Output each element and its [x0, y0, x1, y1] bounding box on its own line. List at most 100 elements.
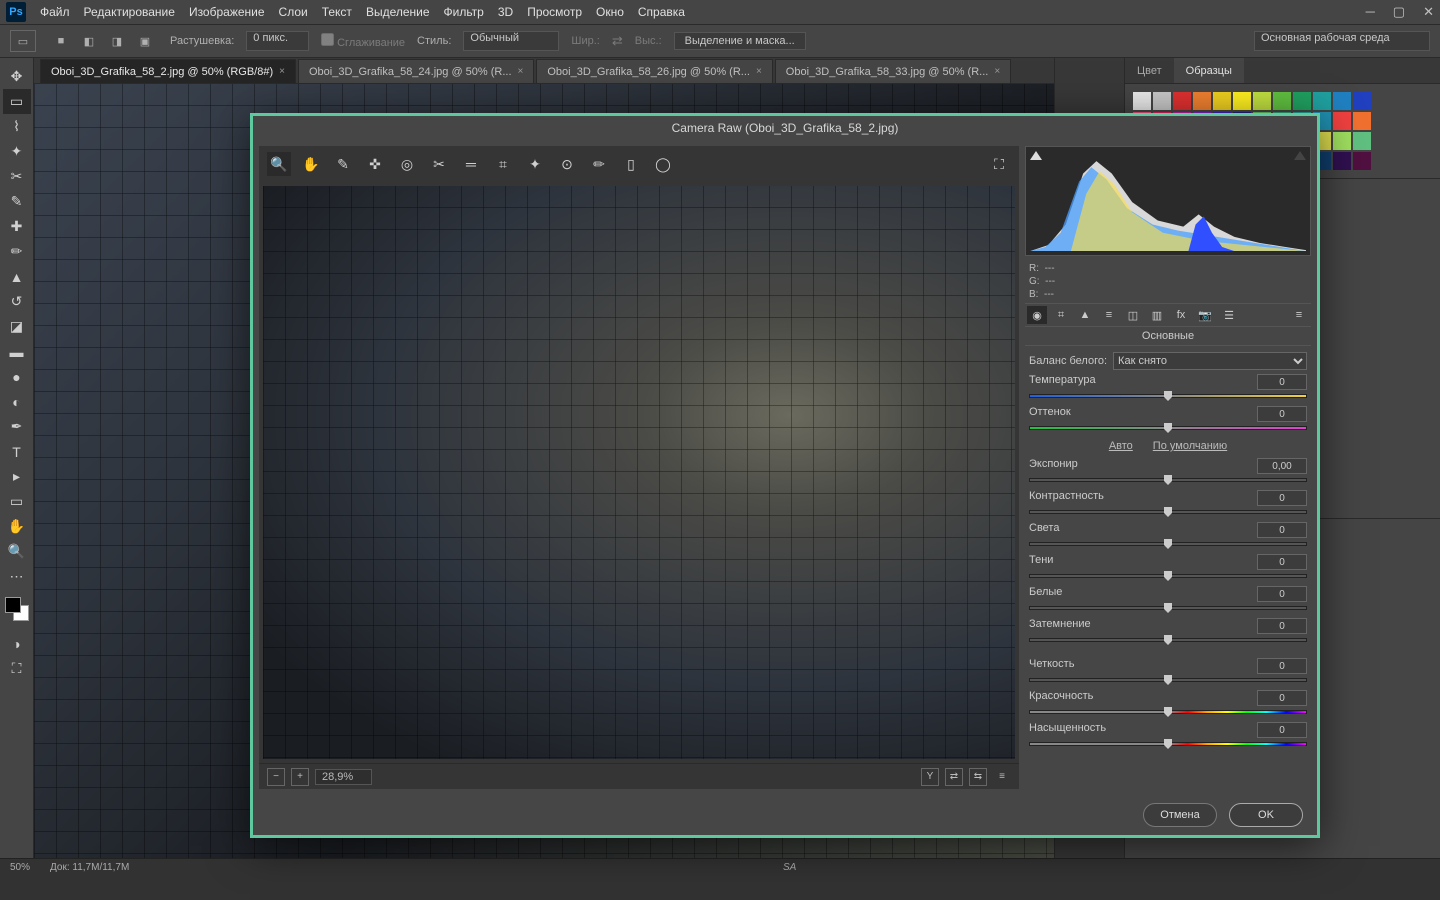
- whites-input[interactable]: [1257, 586, 1307, 602]
- target-adjust-icon[interactable]: ◎: [395, 152, 419, 176]
- sel-add-icon[interactable]: ◧: [76, 30, 102, 52]
- sel-intersect-icon[interactable]: ▣: [132, 30, 158, 52]
- swatch[interactable]: [1353, 92, 1371, 110]
- hsl-tab-icon[interactable]: ≡: [1099, 306, 1119, 324]
- whites-slider[interactable]: [1029, 606, 1307, 610]
- temperature-input[interactable]: [1257, 374, 1307, 390]
- transform-icon[interactable]: ⌗: [491, 152, 515, 176]
- history-brush-tool-icon[interactable]: ↺: [3, 289, 31, 314]
- tool-preset-icon[interactable]: ▭: [10, 30, 36, 52]
- eraser-tool-icon[interactable]: ◪: [3, 314, 31, 339]
- saturation-slider[interactable]: [1029, 742, 1307, 746]
- highlights-input[interactable]: [1257, 522, 1307, 538]
- tint-slider[interactable]: [1029, 426, 1307, 430]
- zoom-level-select[interactable]: 28,9%: [315, 769, 372, 785]
- swatch[interactable]: [1193, 92, 1211, 110]
- lens-tab-icon[interactable]: ▥: [1147, 306, 1167, 324]
- swatch[interactable]: [1333, 92, 1351, 110]
- close-icon[interactable]: ×: [279, 66, 285, 77]
- lasso-tool-icon[interactable]: ⌇: [3, 114, 31, 139]
- menu-type[interactable]: Текст: [322, 5, 352, 19]
- swatch[interactable]: [1273, 92, 1291, 110]
- blacks-input[interactable]: [1257, 618, 1307, 634]
- curve-tab-icon[interactable]: ⌗: [1051, 306, 1071, 324]
- clarity-input[interactable]: [1257, 658, 1307, 674]
- workspace-select[interactable]: Основная рабочая среда: [1254, 31, 1430, 51]
- color-fg-bg[interactable]: [5, 597, 29, 621]
- close-icon[interactable]: ×: [518, 66, 524, 77]
- swatch[interactable]: [1333, 112, 1351, 130]
- type-tool-icon[interactable]: T: [3, 439, 31, 464]
- shadows-input[interactable]: [1257, 554, 1307, 570]
- close-icon[interactable]: ×: [994, 66, 1000, 77]
- screenmode-icon[interactable]: ⛶: [3, 656, 31, 681]
- hand-tool-icon[interactable]: ✋: [3, 514, 31, 539]
- vibrance-input[interactable]: [1257, 690, 1307, 706]
- hand-icon[interactable]: ✋: [299, 152, 323, 176]
- sel-sub-icon[interactable]: ◨: [104, 30, 130, 52]
- radial-filter-icon[interactable]: ◯: [651, 152, 675, 176]
- ok-button[interactable]: OK: [1229, 803, 1303, 827]
- menu-filter[interactable]: Фильтр: [444, 5, 484, 19]
- more-tools-icon[interactable]: ⋯: [3, 564, 31, 589]
- swatch[interactable]: [1353, 132, 1371, 150]
- highlights-slider[interactable]: [1029, 542, 1307, 546]
- swatch[interactable]: [1233, 92, 1251, 110]
- swatch[interactable]: [1353, 112, 1371, 130]
- crop-icon[interactable]: ✂: [427, 152, 451, 176]
- blacks-slider[interactable]: [1029, 638, 1307, 642]
- before-after-swap-icon[interactable]: ⇄: [945, 768, 963, 786]
- style-select[interactable]: Обычный: [463, 31, 559, 51]
- close-icon[interactable]: ×: [756, 66, 762, 77]
- magic-wand-tool-icon[interactable]: ✦: [3, 139, 31, 164]
- redeye-icon[interactable]: ⊙: [555, 152, 579, 176]
- menu-file[interactable]: Файл: [40, 5, 70, 19]
- color-sampler-icon[interactable]: ✜: [363, 152, 387, 176]
- cancel-button[interactable]: Отмена: [1143, 803, 1217, 827]
- contrast-input[interactable]: [1257, 490, 1307, 506]
- white-balance-select[interactable]: Как снято: [1113, 352, 1307, 370]
- dodge-tool-icon[interactable]: ◐: [3, 389, 31, 414]
- stamp-tool-icon[interactable]: ▲: [3, 264, 31, 289]
- swatch[interactable]: [1353, 152, 1371, 170]
- swatch[interactable]: [1313, 92, 1331, 110]
- path-select-tool-icon[interactable]: ▸: [3, 464, 31, 489]
- menu-select[interactable]: Выделение: [366, 5, 430, 19]
- before-after-y-icon[interactable]: Y: [921, 768, 939, 786]
- eyedropper-tool-icon[interactable]: ✎: [3, 189, 31, 214]
- tab-swatches[interactable]: Образцы: [1174, 58, 1244, 83]
- basic-tab-icon[interactable]: ◉: [1027, 306, 1047, 324]
- split-tab-icon[interactable]: ◫: [1123, 306, 1143, 324]
- swatch[interactable]: [1253, 92, 1271, 110]
- select-and-mask-button[interactable]: Выделение и маска...: [674, 32, 806, 50]
- sel-new-icon[interactable]: ■: [48, 30, 74, 52]
- fullscreen-icon[interactable]: ⛶: [987, 152, 1011, 176]
- swatch[interactable]: [1213, 92, 1231, 110]
- shape-tool-icon[interactable]: ▭: [3, 489, 31, 514]
- win-minimize-icon[interactable]: ─: [1366, 4, 1375, 20]
- quickmask-icon[interactable]: ◑: [3, 631, 31, 656]
- feather-input[interactable]: 0 пикс.: [246, 31, 309, 51]
- menu-image[interactable]: Изображение: [189, 5, 265, 19]
- grad-filter-icon[interactable]: ▯: [619, 152, 643, 176]
- adjust-brush-icon[interactable]: ✏: [587, 152, 611, 176]
- camera-tab-icon[interactable]: 📷: [1195, 306, 1215, 324]
- swatch[interactable]: [1333, 152, 1351, 170]
- tab-color[interactable]: Цвет: [1125, 58, 1174, 83]
- presets-tab-icon[interactable]: ☰: [1219, 306, 1239, 324]
- exposure-input[interactable]: [1257, 458, 1307, 474]
- swatch[interactable]: [1333, 132, 1351, 150]
- exposure-slider[interactable]: [1029, 478, 1307, 482]
- white-balance-icon[interactable]: ✎: [331, 152, 355, 176]
- brush-tool-icon[interactable]: ✏: [3, 239, 31, 264]
- swatch[interactable]: [1153, 92, 1171, 110]
- document-tab[interactable]: Oboi_3D_Grafika_58_33.jpg @ 50% (R...×: [775, 59, 1011, 83]
- win-maximize-icon[interactable]: ▢: [1393, 4, 1405, 20]
- menu-window[interactable]: Окно: [596, 5, 624, 19]
- shadows-slider[interactable]: [1029, 574, 1307, 578]
- before-after-copy-icon[interactable]: ⇆: [969, 768, 987, 786]
- swatch[interactable]: [1293, 92, 1311, 110]
- default-link[interactable]: По умолчанию: [1153, 440, 1227, 452]
- swatch[interactable]: [1133, 92, 1151, 110]
- temperature-slider[interactable]: [1029, 394, 1307, 398]
